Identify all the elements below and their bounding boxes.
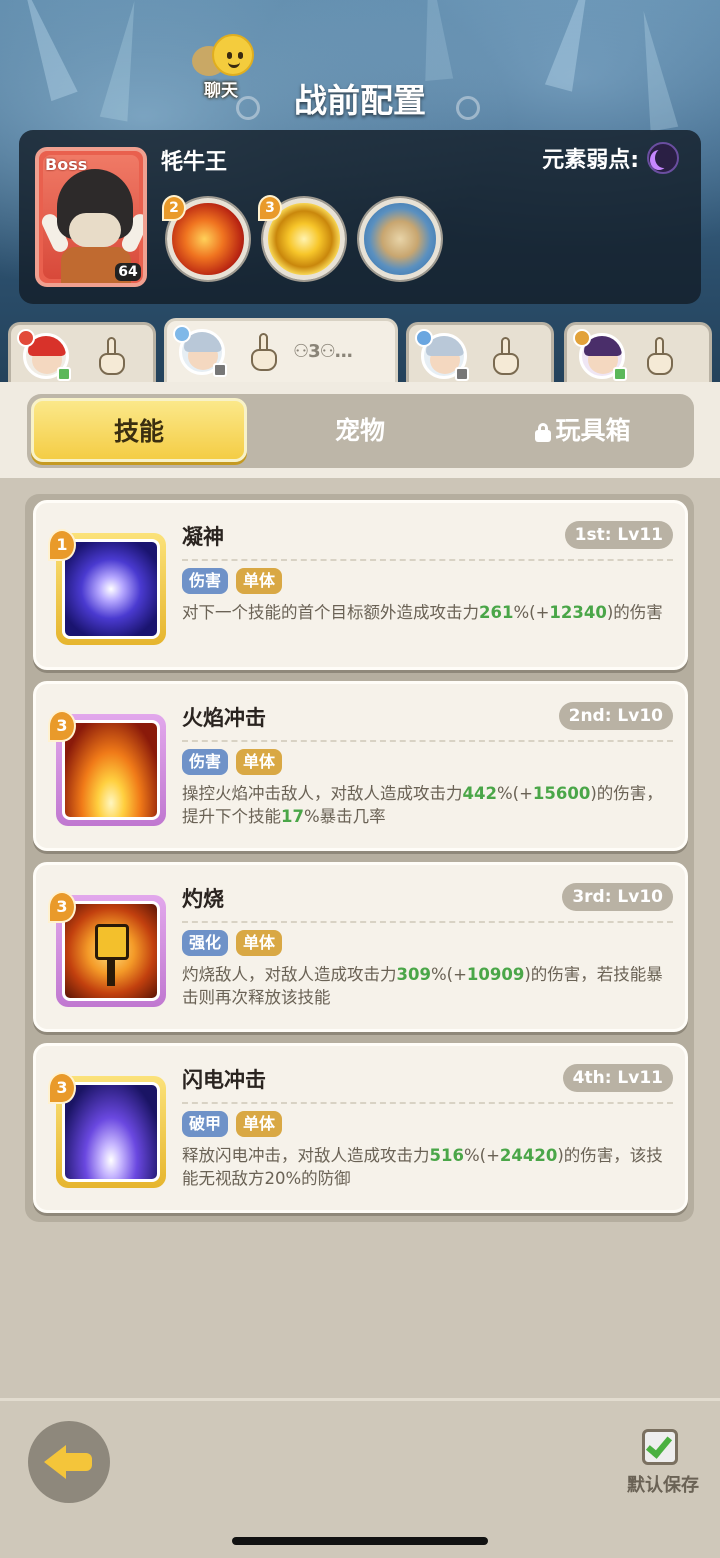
skill-order-level: 2nd: Lv10 [558, 702, 673, 730]
flame-burst-icon [62, 720, 160, 820]
hand-pointer-icon [643, 337, 677, 377]
smiley-icon [212, 34, 254, 76]
boss-tag: Boss [45, 155, 88, 174]
home-indicator [232, 1537, 488, 1545]
skill-tag: 伤害 [182, 568, 229, 594]
team-tab-hero-1[interactable] [8, 322, 156, 386]
category-tab-strip: 技能 宠物 玩具箱 [0, 382, 720, 478]
default-save-label: 默认保存 [627, 1475, 699, 1496]
skill-name: 闪电冲击 [182, 1068, 266, 1092]
skill-tag: 单体 [236, 568, 283, 594]
skill-list: 1 凝神 1st: Lv11 伤害 单体 对下一个技能的首个目标额外造成攻击力2… [25, 494, 694, 1222]
skill-description: 对下一个技能的首个目标额外造成攻击力261%(+12340)的伤害 [182, 603, 663, 622]
skill-card[interactable]: 3 火焰冲击 2nd: Lv10 伤害 单体 操控火焰冲击敌人，对敌人造成攻击力… [33, 681, 688, 851]
tab-skills[interactable]: 技能 [31, 398, 247, 462]
moon-icon [647, 142, 679, 174]
tab-extra-text: ⚇3⚇… [293, 341, 353, 362]
skill-order-level: 4th: Lv11 [562, 1064, 673, 1092]
element-weakness-label: 元素弱点: [542, 148, 639, 173]
tab-toybox-label: 玩具箱 [555, 416, 631, 445]
status-icon [57, 367, 71, 381]
divider [182, 1102, 673, 1104]
status-icon [213, 363, 227, 377]
lightning-element-icon [415, 329, 433, 347]
divider [182, 559, 673, 561]
crystal-decoration [10, 0, 78, 102]
team-tab-hero-2[interactable]: ⚇3⚇… [164, 318, 398, 388]
back-arrow-icon [44, 1445, 66, 1479]
hand-pointer-icon [247, 333, 281, 373]
divider [182, 740, 673, 742]
rank-badge: 1 [48, 529, 76, 561]
skill-count-badge: 2 [162, 195, 186, 221]
hand-pointer-icon [95, 337, 129, 377]
boss-level: 64 [115, 263, 141, 281]
team-tab-hero-4[interactable] [564, 322, 712, 386]
status-icon [613, 367, 627, 381]
rank-badge: 3 [48, 710, 76, 742]
boss-portrait[interactable]: Boss 64 [35, 147, 147, 287]
skill-card[interactable]: 3 灼烧 3rd: Lv10 强化 单体 灼烧敌人，对敌人造成攻击力309%(+… [33, 862, 688, 1032]
golden-ring-icon[interactable]: 3 [258, 195, 345, 280]
boss-info-panel: Boss 64 牦牛王 元素弱点: 2 3 [19, 130, 701, 304]
lightning-strike-icon [62, 1082, 160, 1182]
skill-order-level: 1st: Lv11 [564, 521, 673, 549]
skill-description: 释放闪电冲击，对敌人造成攻击力516%(+24420)的伤害，该技能无视敌方20… [182, 1146, 663, 1188]
skill-description: 灼烧敌人，对敌人造成攻击力309%(+10909)的伤害，若技能暴击则再次释放该… [182, 965, 663, 1007]
skill-tag: 破甲 [182, 1111, 229, 1137]
status-icon [455, 367, 469, 381]
crystal-decoration [544, 0, 604, 92]
fire-element-icon [17, 329, 35, 347]
content-area: 技能 宠物 玩具箱 1 凝神 1st: Lv11 伤害 单体 对下一个技能的首个… [0, 382, 720, 1398]
crystal-decoration [629, 8, 679, 132]
skill-name: 凝神 [182, 525, 224, 549]
skill-tag: 单体 [236, 749, 283, 775]
rock-armor-icon[interactable] [359, 198, 441, 280]
skill-name: 灼烧 [182, 887, 224, 911]
divider [182, 921, 673, 923]
crystal-decoration [99, 0, 149, 122]
tab-pets[interactable]: 宠物 [267, 394, 453, 468]
hand-pointer-icon [489, 337, 523, 377]
default-save-checkbox[interactable] [642, 1429, 678, 1465]
bottom-bar: 默认保存 [0, 1398, 720, 1558]
skill-tag: 单体 [236, 1111, 283, 1137]
tab-toybox[interactable]: 玩具箱 [473, 394, 693, 468]
ice-element-icon [173, 325, 191, 343]
skill-tag: 强化 [182, 930, 229, 956]
skill-name: 火焰冲击 [182, 706, 266, 730]
checkmark-icon [645, 1431, 673, 1459]
skill-count-badge: 3 [258, 195, 282, 221]
skill-tag: 伤害 [182, 749, 229, 775]
crystal-decoration [414, 0, 454, 81]
focus-eye-icon [62, 539, 160, 639]
boss-name: 牦牛王 [161, 150, 228, 175]
lock-icon [535, 423, 552, 442]
skill-tag: 单体 [236, 930, 283, 956]
page-title: 战前配置 [294, 81, 426, 120]
skill-card[interactable]: 3 闪电冲击 4th: Lv11 破甲 单体 释放闪电冲击，对敌人造成攻击力51… [33, 1043, 688, 1213]
category-tabs: 技能 宠物 玩具箱 [27, 394, 694, 468]
rank-badge: 3 [48, 1072, 76, 1104]
lightning-element-icon [573, 329, 591, 347]
rank-badge: 3 [48, 891, 76, 923]
team-tab-hero-3[interactable] [406, 322, 554, 386]
skill-order-level: 3rd: Lv10 [562, 883, 673, 911]
back-button[interactable] [28, 1421, 110, 1503]
fire-claw-icon[interactable]: 2 [162, 195, 249, 280]
skill-card[interactable]: 1 凝神 1st: Lv11 伤害 单体 对下一个技能的首个目标额外造成攻击力2… [33, 500, 688, 670]
skill-description: 操控火焰冲击敌人，对敌人造成攻击力442%(+15600)的伤害，提升下个技能1… [182, 784, 663, 826]
burning-figure-icon [62, 901, 160, 1001]
